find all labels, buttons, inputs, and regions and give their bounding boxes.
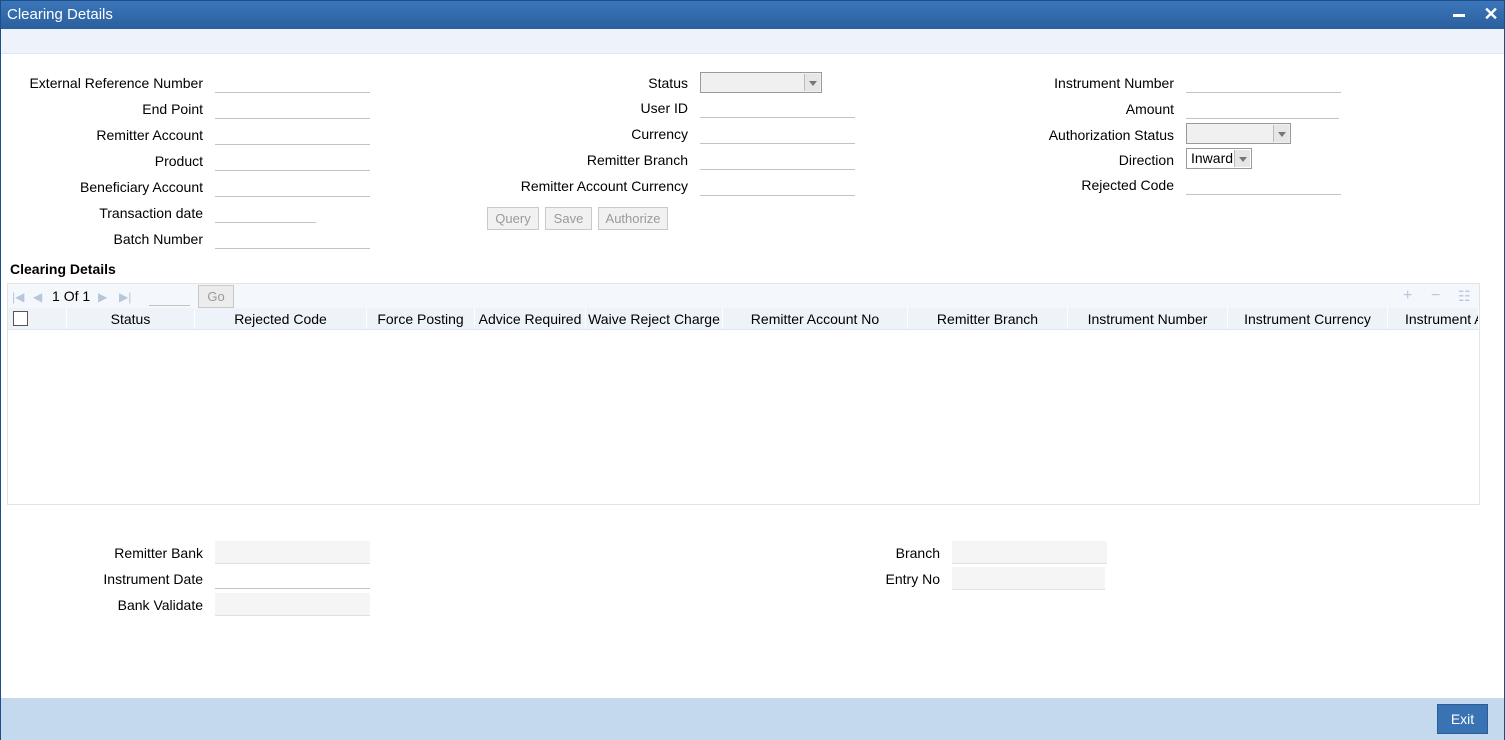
minimize-icon[interactable] [1453, 14, 1465, 17]
remitter-bank-input[interactable] [215, 541, 370, 564]
amount-label: Amount [1125, 101, 1174, 117]
remitter-branch-input[interactable] [700, 150, 855, 170]
remitter-account-label: Remitter Account [96, 127, 203, 143]
product-label: Product [154, 153, 203, 169]
chevron-down-icon [1234, 150, 1250, 167]
column-header-remitter-account-no[interactable]: Remitter Account No [723, 308, 908, 329]
column-header-rejected-code[interactable]: Rejected Code [195, 308, 367, 329]
grid-header-row: Status Rejected Code Force Posting Advic… [8, 308, 1479, 330]
title-bar: Clearing Details ✕ [1, 1, 1504, 29]
last-page-icon[interactable]: ▶| [119, 290, 131, 304]
currency-input[interactable] [700, 124, 855, 144]
bank-validate-input[interactable] [215, 593, 370, 616]
page-of-label: Of [63, 288, 79, 304]
column-header-waive-reject-charge[interactable]: Waive Reject Charge [586, 308, 723, 329]
status-select[interactable] [700, 72, 822, 93]
direction-select[interactable]: Inward [1186, 148, 1252, 169]
branch-input[interactable] [952, 541, 1107, 564]
batch-number-label: Batch Number [113, 231, 203, 247]
column-header-status[interactable]: Status [67, 308, 195, 329]
authorize-button[interactable]: Authorize [598, 207, 668, 230]
grid-pagination-bar: |◀ ◀ 1 Of 1 ▶ ▶| Go + − ☷ [8, 284, 1479, 308]
transaction-date-label: Transaction date [99, 205, 203, 221]
query-button[interactable]: Query [487, 207, 539, 230]
page-indicator: 1 Of 1 [52, 288, 90, 304]
end-point-input[interactable] [215, 99, 370, 119]
column-header-instrument-amount[interactable]: Instrument A [1388, 308, 1479, 329]
user-id-input[interactable] [700, 98, 855, 118]
chevron-down-icon [1273, 125, 1289, 142]
rejected-code-input[interactable] [1186, 175, 1341, 195]
previous-page-icon[interactable]: ◀ [33, 290, 42, 304]
amount-input[interactable] [1186, 99, 1339, 119]
select-all-cell [8, 308, 67, 329]
direction-label: Direction [1118, 152, 1174, 168]
instrument-date-input[interactable] [215, 569, 370, 589]
instrument-number-label: Instrument Number [1054, 75, 1174, 91]
page-number-input[interactable] [149, 288, 190, 306]
authorization-status-label: Authorization Status [1048, 127, 1174, 143]
close-icon[interactable]: ✕ [1482, 5, 1500, 23]
go-button[interactable]: Go [198, 285, 234, 308]
product-input[interactable] [215, 151, 370, 171]
page-current: 1 [52, 288, 60, 304]
add-row-icon[interactable]: + [1403, 287, 1412, 305]
beneficiary-account-label: Beneficiary Account [80, 179, 203, 195]
status-label: Status [648, 75, 688, 91]
column-header-remitter-branch[interactable]: Remitter Branch [908, 308, 1068, 329]
column-header-instrument-currency[interactable]: Instrument Currency [1228, 308, 1388, 329]
delete-row-icon[interactable]: − [1431, 287, 1440, 305]
column-header-force-posting[interactable]: Force Posting [367, 308, 475, 329]
end-point-label: End Point [142, 101, 203, 117]
branch-label: Branch [895, 545, 940, 561]
grid-section-title: Clearing Details [10, 261, 116, 277]
column-header-advice-required[interactable]: Advice Required [475, 308, 586, 329]
external-reference-number-label: External Reference Number [29, 75, 203, 91]
entry-no-label: Entry No [885, 571, 940, 587]
footer-bar: Exit [1, 698, 1504, 740]
remitter-account-currency-label: Remitter Account Currency [520, 178, 688, 194]
currency-label: Currency [631, 126, 688, 142]
clearing-details-grid: |◀ ◀ 1 Of 1 ▶ ▶| Go + − ☷ Status Rejecte… [7, 283, 1480, 505]
user-id-label: User ID [640, 100, 688, 116]
column-header-instrument-number[interactable]: Instrument Number [1068, 308, 1228, 329]
exit-button[interactable]: Exit [1437, 704, 1488, 734]
page-total: 1 [82, 288, 91, 304]
clearing-details-window: Clearing Details ✕ External Reference Nu… [0, 0, 1505, 740]
remitter-branch-label: Remitter Branch [586, 152, 688, 168]
first-page-icon[interactable]: |◀ [12, 290, 24, 304]
save-button[interactable]: Save [545, 207, 592, 230]
entry-no-input[interactable] [952, 567, 1105, 590]
remitter-bank-label: Remitter Bank [114, 545, 203, 561]
batch-number-input[interactable] [215, 229, 370, 249]
window-title: Clearing Details [7, 6, 113, 23]
remitter-account-currency-input[interactable] [700, 176, 855, 196]
instrument-number-input[interactable] [1186, 73, 1341, 93]
rejected-code-label: Rejected Code [1081, 177, 1174, 193]
next-page-icon[interactable]: ▶ [98, 290, 107, 304]
view-row-icon[interactable]: ☷ [1458, 288, 1471, 305]
beneficiary-account-input[interactable] [215, 177, 370, 197]
bank-validate-label: Bank Validate [117, 597, 203, 613]
chevron-down-icon [804, 74, 820, 91]
select-all-checkbox[interactable] [13, 311, 28, 326]
remitter-account-input[interactable] [215, 125, 370, 145]
external-reference-number-input[interactable] [215, 73, 370, 93]
direction-select-value: Inward [1191, 150, 1234, 166]
transaction-date-input[interactable] [215, 203, 316, 223]
authorization-status-select[interactable] [1186, 123, 1291, 144]
toolbar-strip [1, 29, 1504, 54]
instrument-date-label: Instrument Date [103, 571, 203, 587]
